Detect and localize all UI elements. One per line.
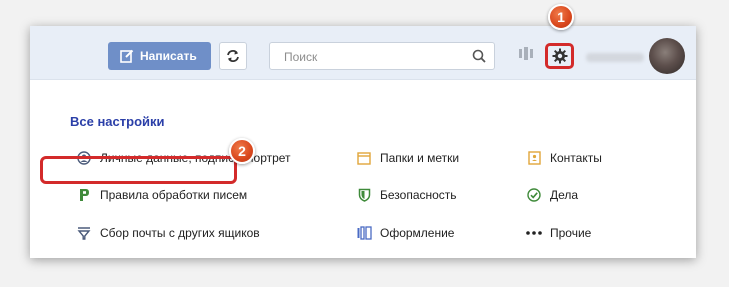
settings-item-label: Правила обработки писем [100,188,248,202]
gear-icon [552,48,567,64]
settings-panel: Написать Поиск Все настройки Личные данн… [30,26,696,258]
step-marker-1: 1 [548,4,574,30]
check-icon [526,187,542,203]
settings-item-contacts[interactable]: Контакты [526,150,602,166]
rules-icon [76,187,92,203]
settings-item-label: Прочие [550,226,592,240]
search-input[interactable] [282,48,466,66]
settings-item-tasks[interactable]: Дела [526,187,578,203]
avatar[interactable] [649,38,685,74]
refresh-button[interactable] [219,42,247,70]
top-toolbar: Написать [30,26,696,80]
compact-view-icon[interactable] [518,45,534,61]
rules-highlight-frame [40,156,237,184]
compose-button[interactable]: Написать [108,42,211,70]
all-settings-title: Все настройки [70,114,165,129]
pencil-icon [120,49,134,63]
contacts-icon [526,150,542,166]
settings-item-other[interactable]: Прочие [526,225,591,241]
settings-item-label: Контакты [550,151,602,165]
settings-button[interactable] [545,43,574,69]
compose-label: Написать [140,49,197,63]
settings-item-security[interactable]: Безопасность [356,187,457,203]
more-icon [526,225,542,241]
user-name-blurred [586,53,644,62]
settings-item-label: Папки и метки [380,151,460,165]
settings-item-collector[interactable]: Сбор почты с других ящиков [76,225,260,241]
settings-item-theme[interactable]: Оформление [356,225,454,241]
search-box[interactable] [269,42,495,70]
theme-icon [356,225,372,241]
settings-item-label: Безопасность [380,188,457,202]
settings-item-folders[interactable]: Папки и метки [356,150,459,166]
settings-item-label: Дела [550,188,579,202]
settings-item-label: Сбор почты с других ящиков [100,226,260,240]
collector-icon [76,225,92,241]
folder-icon [356,150,372,166]
refresh-icon [227,50,239,62]
settings-item-rules[interactable]: Правила обработки писем [76,187,247,203]
step-marker-2: 2 [229,138,255,164]
search-icon[interactable] [472,49,486,63]
settings-item-label: Оформление [380,226,455,240]
shield-icon [356,187,372,203]
